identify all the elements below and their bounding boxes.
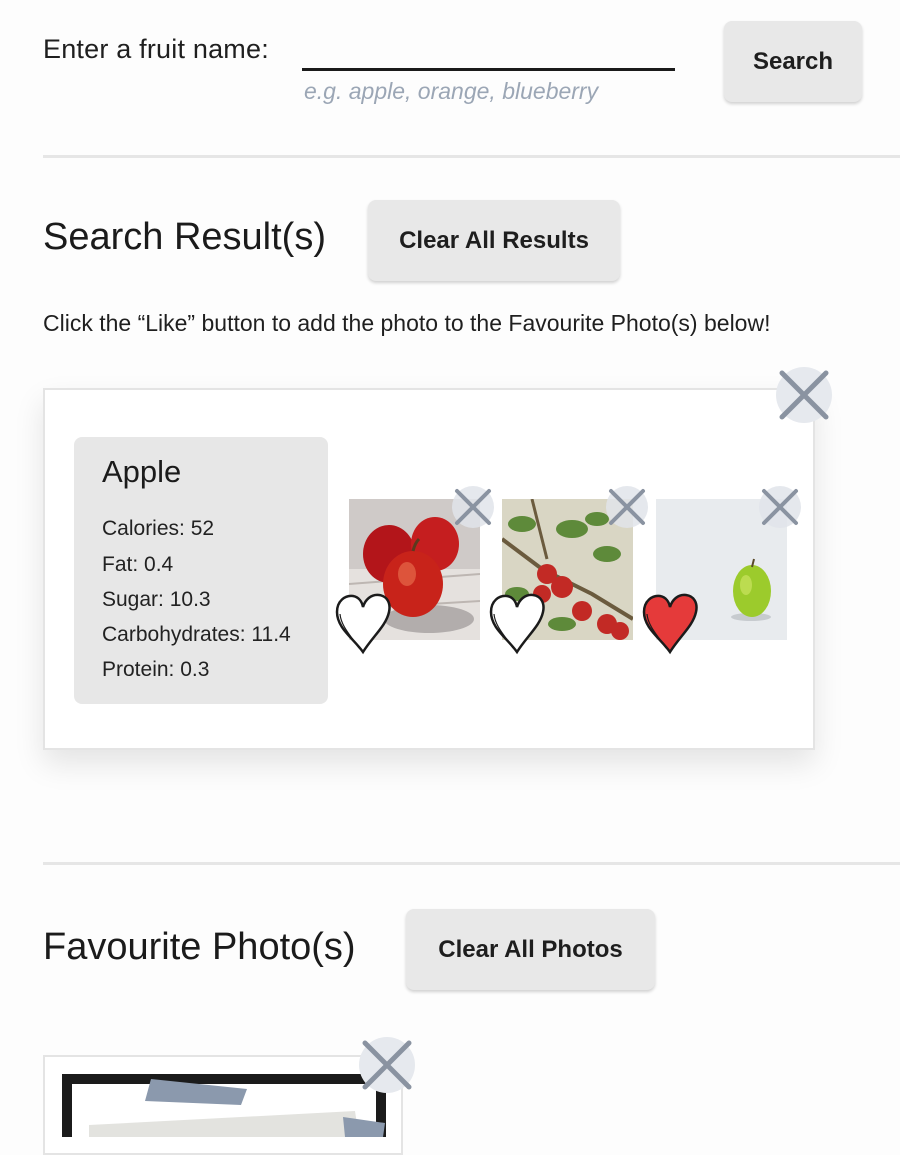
- fruit-name: Apple: [102, 454, 182, 489]
- close-icon: [779, 370, 829, 420]
- like-photo-1-button[interactable]: [333, 590, 393, 656]
- remove-photo-1-button[interactable]: [452, 486, 494, 528]
- remove-photo-2-button[interactable]: [606, 486, 648, 528]
- nutrition-carbohydrates: Carbohydrates: 11.4: [102, 623, 291, 646]
- divider: [43, 155, 900, 158]
- remove-photo-3-button[interactable]: [759, 486, 801, 528]
- divider: [43, 862, 900, 865]
- search-label: Enter a fruit name:: [43, 34, 269, 64]
- heart-outline-icon: [335, 593, 391, 655]
- remove-favourite-button[interactable]: [359, 1037, 415, 1093]
- heart-filled-icon: [642, 593, 698, 655]
- search-results-title: Search Result(s): [43, 216, 326, 258]
- close-icon: [762, 489, 798, 525]
- like-photo-2-button[interactable]: [487, 590, 547, 656]
- favourite-photo: [62, 1074, 386, 1137]
- heart-outline-icon: [489, 593, 545, 655]
- instructions-text: Click the “Like” button to add the photo…: [43, 310, 771, 336]
- nutrition-sugar: Sugar: 10.3: [102, 588, 211, 611]
- search-hint: e.g. apple, orange, blueberry: [304, 78, 599, 104]
- close-icon: [609, 489, 645, 525]
- close-icon: [362, 1040, 412, 1090]
- favourite-photo-card: [43, 1055, 403, 1155]
- fruit-search-input[interactable]: [302, 28, 675, 71]
- clear-all-photos-button[interactable]: Clear All Photos: [406, 909, 655, 990]
- nutrition-protein: Protein: 0.3: [102, 658, 210, 681]
- close-icon: [455, 489, 491, 525]
- like-photo-3-button[interactable]: [640, 590, 700, 656]
- search-button[interactable]: Search: [724, 21, 862, 102]
- nutrition-fat: Fat: 0.4: [102, 553, 174, 576]
- nutrition-calories: Calories: 52: [102, 517, 215, 540]
- clear-all-results-button[interactable]: Clear All Results: [368, 200, 620, 281]
- favourite-photos-title: Favourite Photo(s): [43, 926, 356, 968]
- remove-result-button[interactable]: [776, 367, 832, 423]
